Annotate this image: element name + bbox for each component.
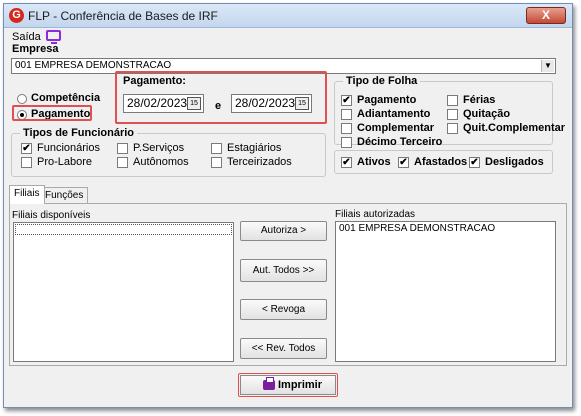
competencia-radio[interactable]	[17, 94, 27, 104]
folha-pagamento-label[interactable]: Pagamento	[357, 94, 416, 106]
aut-todos-button[interactable]: Aut. Todos >>	[240, 259, 327, 282]
decimo-terceiro-label[interactable]: Décimo Terceiro	[357, 136, 442, 148]
tipos-funcionario-label: Tipos de Funcionário	[20, 127, 138, 139]
desligados-label[interactable]: Desligados	[485, 156, 544, 168]
competencia-label[interactable]: Competência	[31, 92, 100, 104]
quit-complementar-checkbox[interactable]	[447, 123, 458, 134]
autonomos-label[interactable]: Autônomos	[133, 156, 189, 168]
filiais-disponiveis-label: Filiais disponíveis	[12, 210, 91, 221]
title-bar: G FLP - Conferência de Bases de IRF X	[4, 4, 572, 28]
situacao-group: ✔ Ativos ✔ Afastados ✔ Desligados	[334, 150, 553, 174]
date-separator: e	[215, 100, 222, 112]
date-to-input[interactable]: 28/02/2023 15	[231, 94, 312, 113]
printer-icon	[263, 377, 275, 390]
date-to-value: 28/02/2023	[235, 96, 296, 110]
terceirizados-checkbox[interactable]	[211, 157, 222, 168]
chevron-down-icon[interactable]: ▼	[541, 60, 554, 72]
ativos-checkbox[interactable]: ✔	[341, 157, 352, 168]
main-window: G FLP - Conferência de Bases de IRF X Sa…	[3, 3, 573, 408]
calendar-icon[interactable]: 15	[295, 97, 309, 110]
tipo-folha-group: Tipo de Folha ✔ Pagamento Adiantamento C…	[334, 75, 565, 148]
imprimir-button-face[interactable]: Imprimir	[240, 375, 336, 395]
empresa-select-value: 001 EMPRESA DEMONSTRACAO	[15, 60, 172, 71]
app-logo-icon: G	[9, 8, 24, 23]
complementar-checkbox[interactable]	[341, 123, 352, 134]
funcionarios-label[interactable]: Funcionários	[37, 142, 100, 154]
afastados-checkbox[interactable]: ✔	[398, 157, 409, 168]
rev-todos-button[interactable]: << Rev. Todos	[240, 338, 327, 359]
p-servicos-label[interactable]: P.Serviços	[133, 142, 184, 154]
quitacao-checkbox[interactable]	[447, 109, 458, 120]
funcionarios-checkbox[interactable]: ✔	[21, 143, 32, 154]
list-focus-row	[15, 224, 232, 235]
pagamento-label: Pagamento:	[123, 75, 186, 87]
complementar-label[interactable]: Complementar	[357, 122, 434, 134]
tab-filiais[interactable]: Filiais	[9, 185, 45, 204]
filiais-panel: Filiais disponíveis Filiais autorizadas …	[9, 203, 567, 366]
filiais-autorizadas-list[interactable]: 001 EMPRESA DEMONSTRACAO	[335, 221, 556, 362]
autoriza-button[interactable]: Autoriza >	[240, 221, 327, 241]
desligados-checkbox[interactable]: ✔	[469, 157, 480, 168]
p-servicos-checkbox[interactable]	[117, 143, 128, 154]
quitacao-label[interactable]: Quitação	[463, 108, 510, 120]
decimo-terceiro-checkbox[interactable]	[341, 137, 352, 148]
date-from-value: 28/02/2023	[127, 96, 188, 110]
adiantamento-label[interactable]: Adiantamento	[357, 108, 430, 120]
list-item[interactable]: 001 EMPRESA DEMONSTRACAO	[336, 222, 555, 235]
pro-labore-checkbox[interactable]	[21, 157, 32, 168]
quit-complementar-label[interactable]: Quit.Complementar	[463, 122, 565, 134]
imprimir-button[interactable]: Imprimir	[238, 373, 338, 397]
menu-saida[interactable]: Saída	[12, 31, 41, 43]
revoga-button[interactable]: < Revoga	[240, 299, 327, 320]
ferias-checkbox[interactable]	[447, 95, 458, 106]
ferias-label[interactable]: Férias	[463, 94, 495, 106]
ativos-label[interactable]: Ativos	[357, 156, 391, 168]
tipo-folha-label: Tipo de Folha	[343, 75, 421, 87]
calendar-icon[interactable]: 15	[187, 97, 201, 110]
estagiarios-label[interactable]: Estagiários	[227, 142, 281, 154]
tab-funcoes[interactable]: Funções	[40, 187, 89, 204]
filiais-autorizadas-label: Filiais autorizadas	[335, 209, 416, 220]
imprimir-label: Imprimir	[278, 379, 323, 391]
pagamento-radio-highlight	[12, 105, 92, 121]
adiantamento-checkbox[interactable]	[341, 109, 352, 120]
monitor-icon[interactable]	[46, 30, 61, 44]
empresa-label: Empresa	[12, 43, 59, 55]
pagamento-group: Pagamento: 28/02/2023 15 e 28/02/2023 15	[117, 75, 324, 121]
autonomos-checkbox[interactable]	[117, 157, 128, 168]
filiais-disponiveis-list[interactable]	[13, 222, 234, 362]
folha-pagamento-checkbox[interactable]: ✔	[341, 95, 352, 106]
pro-labore-label[interactable]: Pro-Labore	[37, 156, 92, 168]
close-button[interactable]: X	[526, 7, 566, 24]
terceirizados-label[interactable]: Terceirizados	[227, 156, 292, 168]
date-from-input[interactable]: 28/02/2023 15	[123, 94, 204, 113]
tipos-funcionario-group: Tipos de Funcionário ✔ Funcionários Pro-…	[11, 127, 326, 177]
estagiarios-checkbox[interactable]	[211, 143, 222, 154]
afastados-label[interactable]: Afastados	[414, 156, 467, 168]
window-title: FLP - Conferência de Bases de IRF	[28, 9, 218, 23]
